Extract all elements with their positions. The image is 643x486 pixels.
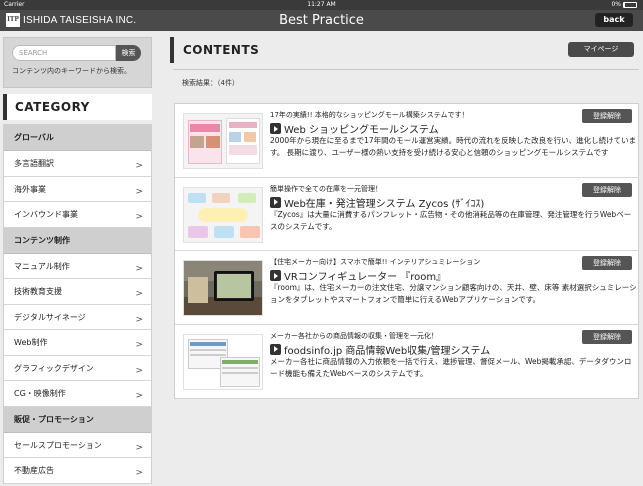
category-item-inbound[interactable]: インバウンド事業 > (4, 202, 151, 228)
item-title-text: VRコンフィギュレーター 『room』 (284, 272, 447, 283)
chevron-right-icon: > (135, 442, 143, 453)
category-item-graphic[interactable]: グラフィックデザイン > (4, 355, 151, 381)
divider (173, 69, 639, 70)
category-item-cg[interactable]: CG・映像制作 > (4, 381, 151, 407)
chevron-right-icon: > (135, 212, 143, 222)
chevron-right-icon: > (135, 340, 143, 350)
category-item-web[interactable]: Web制作 > (4, 330, 151, 356)
category-item-label: マニュアル制作 (14, 261, 70, 271)
category-item-label: CG・映像制作 (14, 389, 66, 398)
nav-bar: ITP ISHIDA TAISEISHA INC. Best Practice … (0, 10, 643, 31)
contents-heading: CONTENTS マイページ (170, 37, 643, 63)
content-list: 17年の実績!! 本格的なショッピングモール構築システムです！ Web ショッピ… (174, 103, 639, 399)
chevron-right-icon: > (135, 468, 143, 478)
item-title-text: Web在庫・発注管理システム Zycos (ｻﾞｲｺｽ) (284, 198, 485, 210)
search-panel: SEARCH 検索 コンテンツ内のキーワードから検索。 (3, 37, 152, 88)
chevron-right-icon: > (135, 365, 143, 376)
chevron-right-icon: > (135, 161, 143, 171)
category-list: グローバル 多言語翻訳 > 海外事業 > インバウンド事業 > コンテンツ制作 マニュ… (3, 124, 152, 484)
category-item-realestate[interactable]: 不動産広告 > (4, 458, 151, 484)
category-group-content: コンテンツ制作 (4, 227, 151, 254)
item-title-text: foodsinfo.jp 商品情報Web収集/管理システム (284, 345, 491, 357)
thumbnail-image (183, 186, 263, 243)
content-item[interactable]: 17年の実績!! 本格的なショッピングモール構築システムです！ Web ショッピ… (175, 104, 638, 178)
page-title: Best Practice (279, 13, 364, 28)
play-icon (270, 270, 281, 281)
search-input[interactable]: SEARCH (12, 45, 116, 61)
chevron-right-icon: > (135, 186, 143, 197)
category-item-label: セールスプロモーション (14, 440, 102, 450)
unregister-button[interactable]: 登録解除 (582, 329, 632, 344)
play-icon (270, 123, 281, 134)
contents-heading-text: CONTENTS (183, 43, 260, 57)
item-catchphrase: 17年の実績!! 本格的なショッピングモール構築システムです！ (270, 111, 469, 119)
category-item-label: グラフィックデザイン (14, 363, 94, 373)
item-description: 『room』は、住宅メーカーの注文住宅、分譲マンション顧客向けの、天井、壁、床等… (270, 283, 637, 304)
category-item-label: デジタルサイネージ (14, 312, 86, 322)
clock: 11:27 AM (307, 1, 336, 8)
thumbnail-image (183, 113, 263, 169)
item-catchphrase: 簡単操作で全ての在庫を一元管理！ (270, 184, 382, 193)
main-content: CONTENTS マイページ 検索結果：（4件） 17年の実績!! 本格的なショ… (170, 37, 643, 482)
item-description: 『Zycos』は大量に消費するパンフレット・広告物・その他消耗品等の在庫管理、発… (270, 209, 632, 231)
item-description: 2000年から現在に至るまで17年間のモール運営実績。時代の流れを反映した改良を… (270, 136, 637, 157)
chevron-right-icon: > (135, 289, 143, 299)
category-heading: CATEGORY (3, 94, 152, 120)
item-title-text: Web ショッピングモールシステム (284, 125, 439, 136)
search-button[interactable]: 検索 (116, 45, 141, 61)
content-item[interactable]: 【住宅メーカー向け】スマホで簡単!! インテリアシュミレーション VRコンフィギ… (175, 251, 638, 325)
item-title[interactable]: Web ショッピングモールシステム (270, 121, 439, 136)
unregister-button[interactable]: 登録解除 (582, 109, 632, 123)
search-hint: コンテンツ内のキーワードから検索。 (12, 67, 131, 75)
thumbnail-image (183, 260, 263, 316)
category-item-signage[interactable]: デジタルサイネージ > (4, 304, 151, 330)
play-icon (270, 343, 281, 355)
chevron-right-icon: > (135, 314, 143, 325)
unregister-button[interactable]: 登録解除 (582, 256, 632, 270)
battery-percent: 0% (611, 1, 621, 8)
category-item-sales-promotion[interactable]: セールスプロモーション > (4, 432, 151, 458)
category-item-label: Web制作 (14, 338, 48, 347)
battery-indicator: 0% (611, 0, 637, 10)
category-group-promotion: 販促・プロモーション (4, 406, 151, 433)
category-group-global: グローバル (4, 125, 151, 151)
chevron-right-icon: > (135, 391, 143, 401)
item-catchphrase: メーカー各社からの商品情報の収集・管理を一元化！ (270, 331, 438, 340)
category-item-translation[interactable]: 多言語翻訳 > (4, 151, 151, 177)
back-button[interactable]: back (595, 13, 633, 27)
item-catchphrase: 【住宅メーカー向け】スマホで簡単!! インテリアシュミレーション (270, 258, 481, 266)
category-item-label: 不動産広告 (14, 466, 54, 475)
thumbnail-image (183, 333, 263, 390)
category-item-label: 技術教育支援 (14, 287, 62, 296)
mypage-button[interactable]: マイページ (568, 42, 634, 57)
content-item[interactable]: 簡単操作で全ての在庫を一元管理！ Web在庫・発注管理システム Zycos (ｻ… (175, 178, 638, 251)
content-item[interactable]: メーカー各社からの商品情報の収集・管理を一元化！ foodsinfo.jp 商品… (175, 325, 638, 399)
item-title[interactable]: VRコンフィギュレーター 『room』 (270, 268, 446, 283)
battery-icon (623, 2, 637, 8)
item-title[interactable]: Web在庫・発注管理システム Zycos (ｻﾞｲｺｽ) (270, 195, 484, 210)
play-icon (270, 196, 281, 208)
category-item-manual[interactable]: マニュアル制作 > (4, 253, 151, 279)
sidebar: SEARCH 検索 コンテンツ内のキーワードから検索。 CATEGORY グロー… (3, 37, 152, 484)
status-bar: Carrier 11:27 AM 0% (0, 0, 643, 10)
unregister-button[interactable]: 登録解除 (582, 182, 632, 197)
category-item-label: インバウンド事業 (14, 210, 78, 219)
category-item-education[interactable]: 技術教育支援 > (4, 279, 151, 305)
chevron-right-icon: > (135, 263, 143, 274)
category-item-label: 多言語翻訳 (14, 159, 54, 168)
item-description: メーカー各社に商品情報の入力依頼を一括で行え、進捗管理、督促メール、Web掲載承… (270, 356, 632, 378)
item-title[interactable]: foodsinfo.jp 商品情報Web収集/管理システム (270, 342, 490, 357)
category-item-overseas[interactable]: 海外事業 > (4, 176, 151, 202)
result-count: 検索結果：（4件） (182, 79, 239, 87)
category-item-label: 海外事業 (14, 184, 46, 194)
